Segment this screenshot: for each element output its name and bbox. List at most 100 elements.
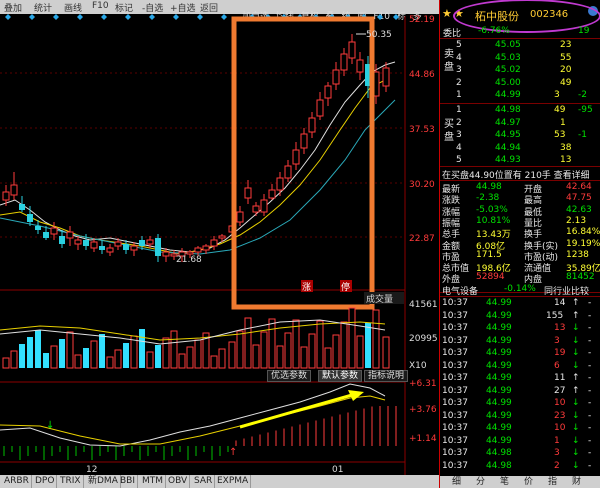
indicator-help-button[interactable]: 指标说明 <box>364 370 409 382</box>
price: 44.99 <box>495 90 521 100</box>
down-arrow-icon: ↓ <box>572 423 580 433</box>
down-arrow-icon: ↓ <box>572 435 580 446</box>
macd-axis-label: +6.31 <box>409 379 437 389</box>
panel-tab[interactable]: 指 <box>548 476 557 488</box>
quote-stat-row: 振幅 10.81% 量比 2.13 <box>442 215 587 229</box>
level: 1 <box>456 105 462 115</box>
candle-body <box>268 189 276 199</box>
trade-row: 10:37 44.99 27 ↑ - <box>442 385 592 396</box>
trade-row: 10:37 44.99 13 ↓ - <box>442 323 592 333</box>
order-book-row[interactable]: 5 45.05 23 <box>440 40 600 52</box>
macd-axis-label: +1.14 <box>409 434 437 444</box>
indicator-tab[interactable]: 新DMA <box>86 475 121 488</box>
indicator-tab[interactable]: ARBR <box>2 475 32 488</box>
volume-bar <box>19 344 25 368</box>
volume-bar <box>43 353 49 368</box>
panel-tab[interactable]: 笔 <box>500 476 509 488</box>
volume-bar <box>218 348 226 369</box>
indicator-tab[interactable]: OBV <box>166 475 191 488</box>
candle-body <box>74 239 82 245</box>
diamond-marker <box>29 14 35 20</box>
indicator-tab[interactable]: SAR <box>192 475 216 488</box>
order-book-row[interactable]: 4 45.03 55 <box>440 53 600 65</box>
candle-body <box>99 246 105 250</box>
level: 5 <box>456 155 462 165</box>
volume-bar <box>2 357 10 369</box>
price-axis-label: 44.86 <box>409 70 435 80</box>
volume-bar <box>106 356 114 369</box>
order-book-row[interactable]: 1 44.98 49 -95 <box>440 105 600 117</box>
quote-stat-row: 市盈 171.5 市盈(动) 1238 <box>442 249 589 263</box>
big-order-notice[interactable]: 在买盘44.90位置有 210手 查看详细 <box>440 168 600 181</box>
volume-bar <box>114 349 122 369</box>
order-book-row[interactable]: 3 44.95 53 -1 <box>440 130 600 142</box>
volume-bar <box>186 346 194 369</box>
order-book-row[interactable]: 1 44.99 3 -2 <box>440 90 600 102</box>
order-book-row[interactable]: 2 44.97 1 <box>440 118 600 130</box>
candle-body <box>43 232 49 238</box>
panel-tab[interactable]: 财 <box>572 476 581 488</box>
price: 44.93 <box>495 155 521 165</box>
level: 1 <box>456 90 462 100</box>
candle-body <box>146 239 154 245</box>
default-params-button[interactable]: 默认参数 <box>318 370 363 382</box>
candle-body <box>340 53 348 71</box>
indicator-tab[interactable]: TRIX <box>58 475 84 488</box>
volume-bar <box>292 319 300 369</box>
indicator-tab[interactable]: BBI <box>118 475 139 488</box>
volume: 53 <box>554 130 566 140</box>
sector-row: 电气设备 -0.14% 同行业比较 <box>442 284 590 297</box>
volume-bar <box>365 323 371 368</box>
panel-tab[interactable]: 价 <box>524 476 533 488</box>
volume-bar <box>348 307 356 369</box>
volume-bar <box>66 331 74 369</box>
star-icon[interactable]: ★ <box>442 7 452 20</box>
order-book-row[interactable]: 3 45.02 20 <box>440 65 600 77</box>
indicator-tab[interactable]: MTM <box>140 475 167 488</box>
trade-row: 10:37 44.99 23 ↓ - <box>442 410 592 421</box>
price: 44.97 <box>495 117 521 128</box>
diamond-marker <box>221 14 227 20</box>
order-book-row[interactable]: 2 45.00 49 <box>440 78 600 90</box>
limit-up-marker: 涨 <box>302 282 311 293</box>
price-chart[interactable]: 50.35 21.68 涨 停 52.19 44.86 37.53 30.20 … <box>0 0 439 475</box>
highlight-box <box>231 16 375 310</box>
diamond-marker <box>53 14 59 20</box>
indicator-tab[interactable]: DPO <box>33 475 58 488</box>
candle-body <box>123 244 129 250</box>
level: 2 <box>456 117 462 128</box>
volume-bar <box>308 333 316 369</box>
volume-bar <box>59 339 65 368</box>
ma-white <box>0 61 396 253</box>
order-book-row[interactable]: 4 44.94 38 <box>440 143 600 155</box>
trade-row: 10:37 44.99 155 ↑ - <box>442 310 592 321</box>
volume-label: 成交量 <box>366 293 393 305</box>
candle-body <box>324 85 332 99</box>
candle-body <box>316 99 324 117</box>
quote-stat-row: 外盘 52894 内盘 81452 <box>442 272 595 286</box>
volume: 20 <box>560 65 572 75</box>
candle-body <box>348 41 356 59</box>
high-price-label: 50.35 <box>366 30 392 40</box>
volume-bar <box>284 332 292 369</box>
volume: 3 <box>554 90 560 100</box>
optimize-params-button[interactable]: 优选参数 <box>267 370 312 382</box>
volume-bar <box>268 318 276 369</box>
volume-bar <box>35 330 41 368</box>
volume-bar <box>332 334 340 369</box>
panel-tab[interactable]: 细 <box>452 476 461 488</box>
volume: 23 <box>560 40 572 50</box>
quote-stat-row: 涨跌 -2.38 最高 47.75 <box>442 193 592 207</box>
volume-bar <box>260 331 268 369</box>
candle-body <box>155 238 161 256</box>
chart-area[interactable]: 叠加 统计 画线 F10 标记 -自选 +自选 返回 加自选 均线 复权 叠 统… <box>0 0 439 488</box>
indicator-tab[interactable]: EXPMA <box>215 475 252 488</box>
indicator-tabs: ARBR DPO TRIX 新DMA BBI MTM OBV SAR EXPMA <box>0 475 439 488</box>
candle-body <box>2 191 10 201</box>
price: 45.05 <box>495 40 521 50</box>
diamond-marker <box>77 14 83 20</box>
diamond-marker <box>101 14 107 20</box>
panel-tab[interactable]: 分 <box>476 476 485 488</box>
up-arrow-icon: ↑ <box>572 385 580 396</box>
up-arrow-icon: ↑ <box>572 373 580 383</box>
